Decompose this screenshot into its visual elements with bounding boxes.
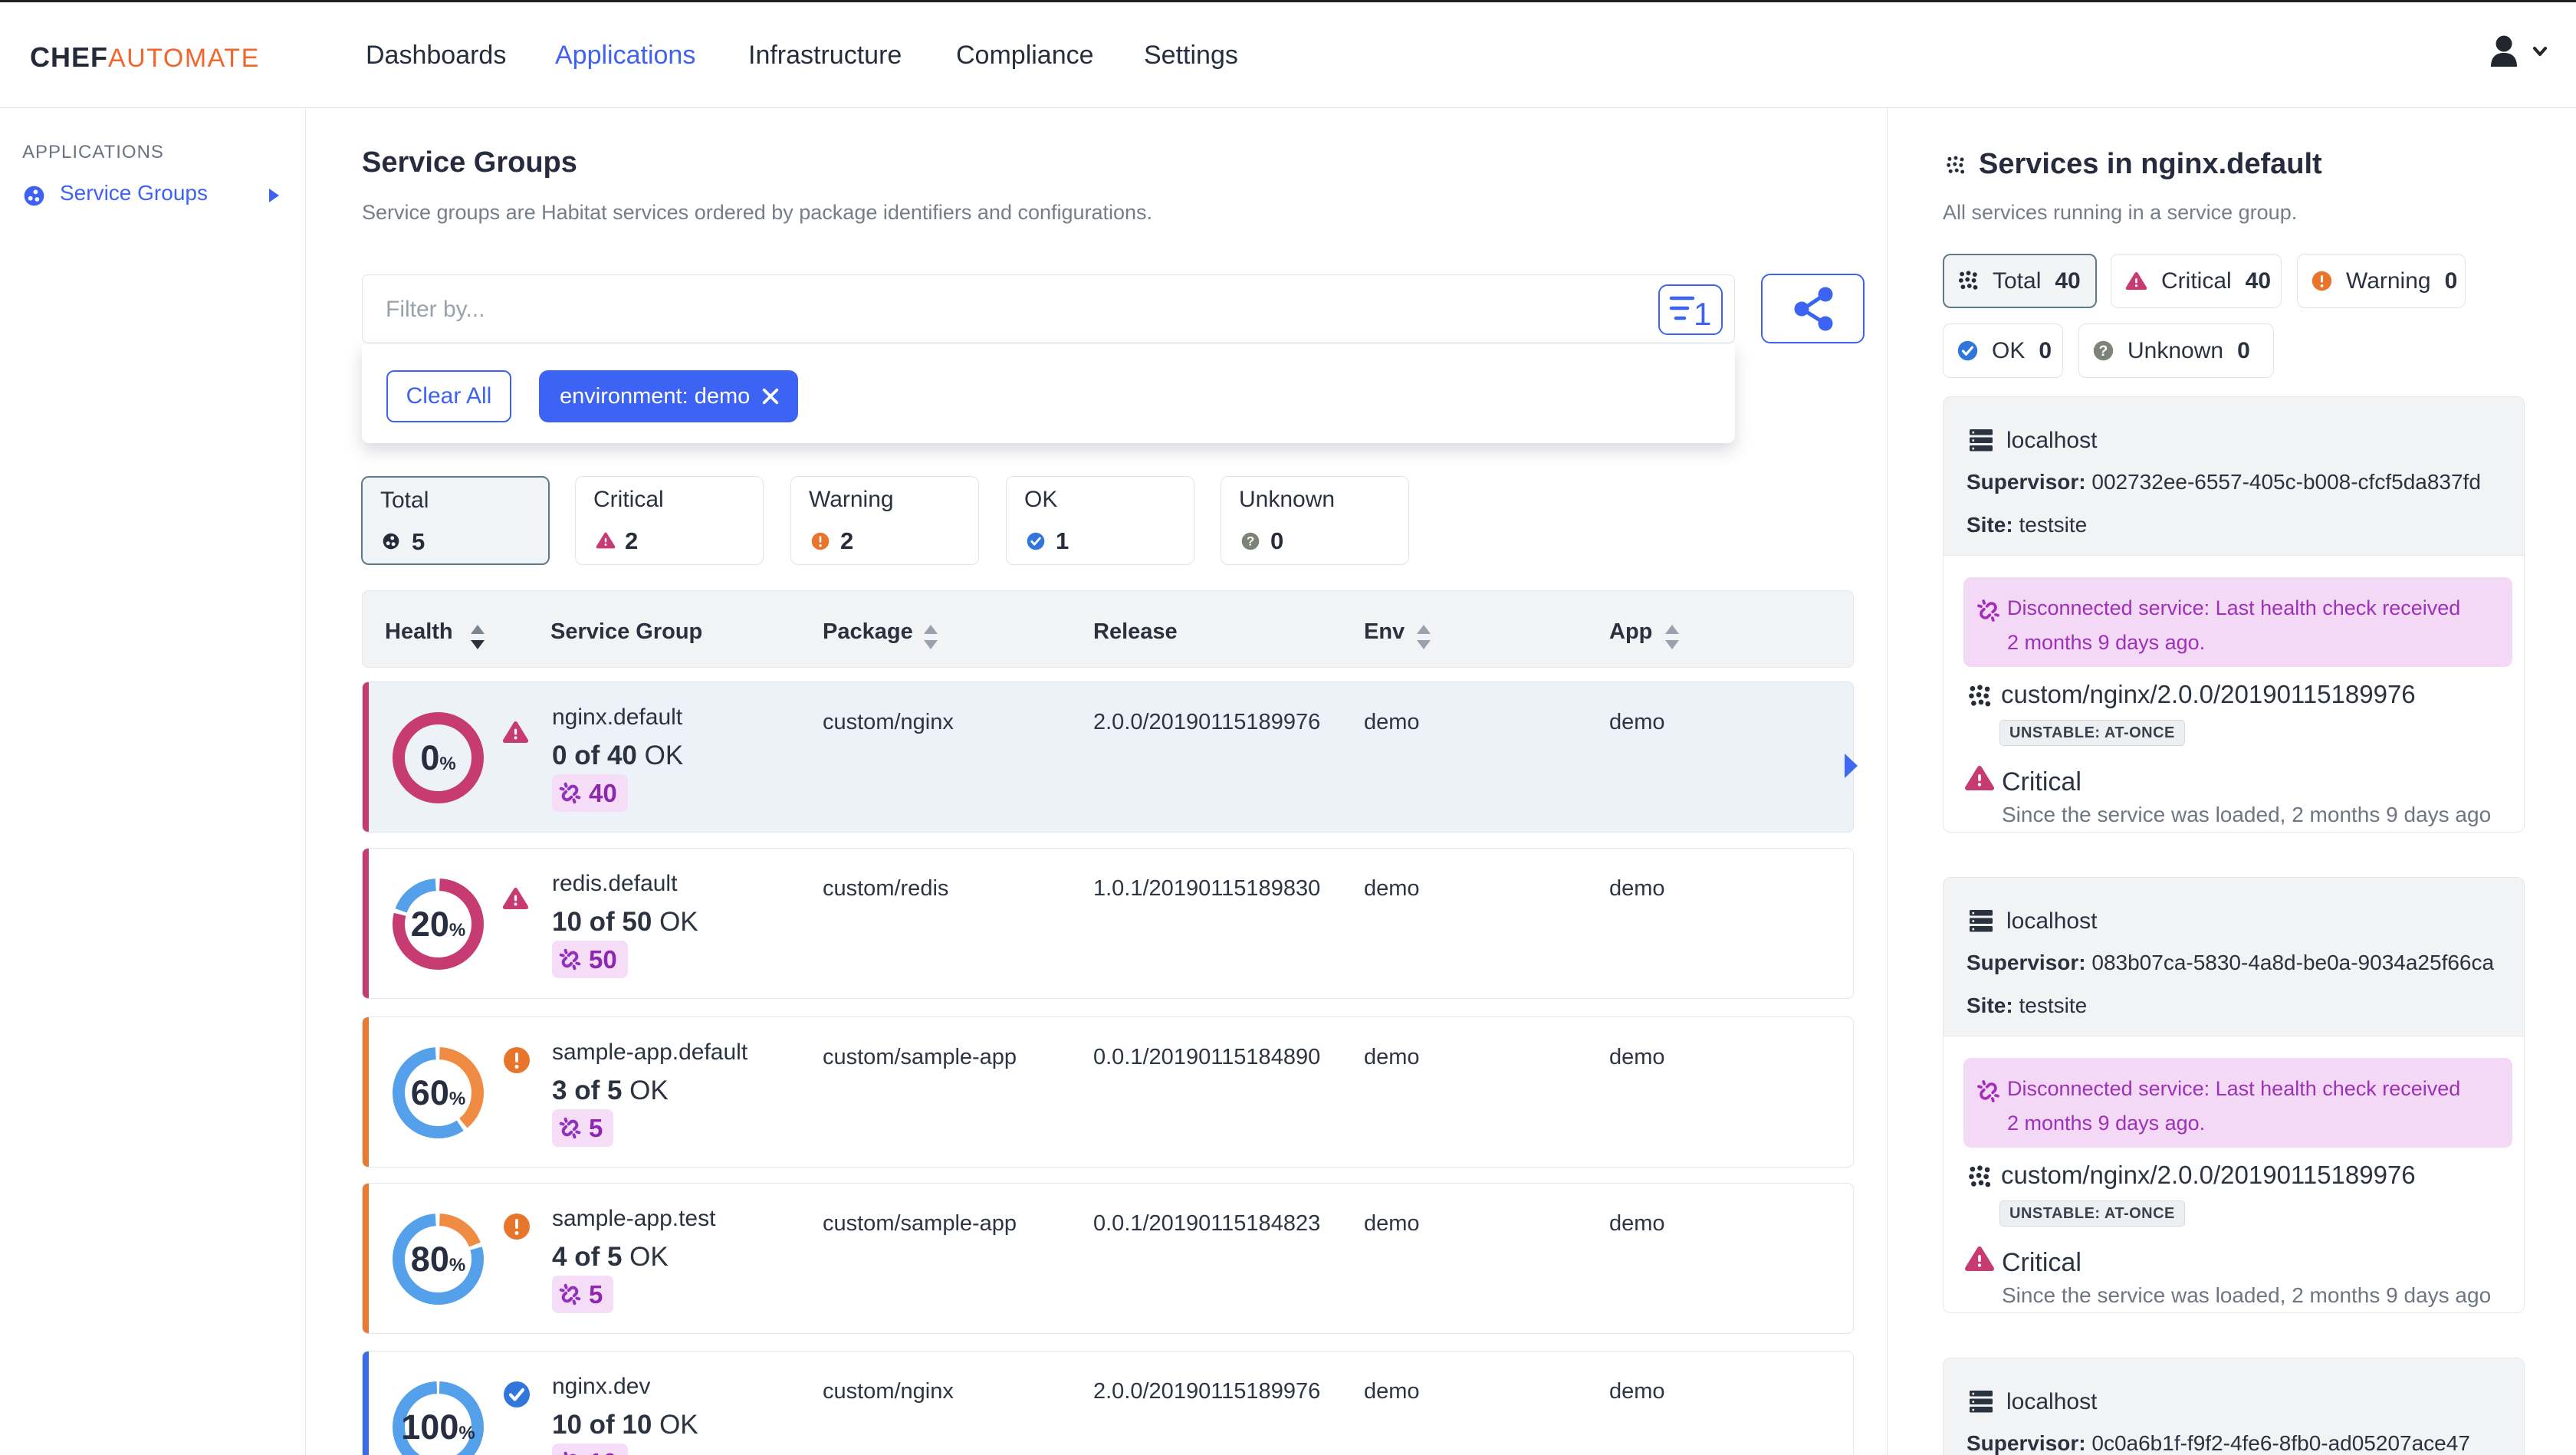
svg-text:?: ? bbox=[2099, 343, 2108, 360]
svg-text:?: ? bbox=[1247, 534, 1254, 549]
svg-text:1: 1 bbox=[1694, 296, 1711, 332]
